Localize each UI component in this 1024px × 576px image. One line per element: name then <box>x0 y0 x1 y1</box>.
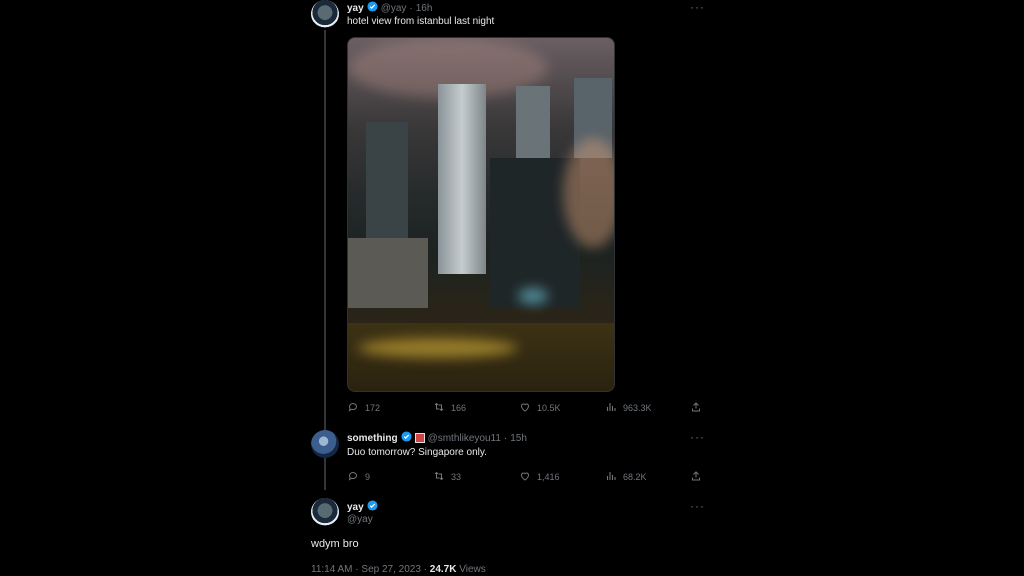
reply-count: 172 <box>365 403 381 413</box>
more-options-button[interactable]: ··· <box>690 430 705 444</box>
affiliate-badge-icon <box>414 433 425 443</box>
retweet-button[interactable]: 166 <box>433 401 466 415</box>
avatar[interactable] <box>311 430 339 458</box>
reply-count: 9 <box>365 472 371 482</box>
retweet-count: 166 <box>451 403 467 413</box>
heart-icon <box>519 470 531 484</box>
avatar[interactable] <box>311 498 339 526</box>
street <box>348 323 614 391</box>
reply-icon <box>347 470 359 484</box>
more-options-button[interactable]: ··· <box>690 499 705 513</box>
share-button[interactable] <box>690 401 702 415</box>
views-button[interactable]: 68.2K <box>605 470 647 484</box>
tweet-timestamp[interactable]: 11:14 AM · Sep 27, 2023 · <box>311 564 430 575</box>
like-button[interactable]: 1,416 <box>519 470 560 484</box>
verified-badge-icon <box>367 1 378 15</box>
reply-button[interactable]: 172 <box>347 401 380 415</box>
thread-line <box>324 30 326 490</box>
building-tower <box>438 84 486 274</box>
street-lights <box>358 338 518 358</box>
tweet-text: wdym bro <box>311 538 359 550</box>
views-icon <box>605 401 617 415</box>
author-handle[interactable]: @smthlikeyou11 <box>428 433 501 444</box>
views-count: 24.7K <box>429 564 457 575</box>
views-label: Views <box>456 564 486 575</box>
retweet-icon <box>433 401 445 415</box>
warm-reflection <box>563 138 614 248</box>
share-button[interactable] <box>690 470 702 484</box>
tweet-time[interactable]: 15h <box>510 433 527 444</box>
author-handle[interactable]: @yay <box>347 514 373 525</box>
retweet-count: 33 <box>451 472 462 482</box>
avatar[interactable] <box>311 0 339 28</box>
like-button[interactable]: 10.5K <box>519 401 561 415</box>
tweet-text: hotel view from istanbul last night <box>347 16 495 27</box>
separator: · <box>409 2 413 14</box>
building-low <box>348 238 428 308</box>
author-name[interactable]: yay <box>347 502 364 513</box>
like-count: 1,416 <box>537 472 560 482</box>
tweet-header: yay <box>347 500 378 514</box>
heart-icon <box>519 401 531 415</box>
author-handle[interactable]: @yay <box>381 3 407 14</box>
tweet-header: something @smthlikeyou11 · 15h <box>347 431 527 445</box>
tweet-photo[interactable] <box>347 37 615 392</box>
share-icon <box>690 470 702 484</box>
retweet-button[interactable]: 33 <box>433 470 461 484</box>
like-count: 10.5K <box>537 403 561 413</box>
reply-icon <box>347 401 359 415</box>
tweet-timestamp-row: 11:14 AM · Sep 27, 2023 · 24.7K Views <box>311 564 486 575</box>
verified-badge-icon <box>367 500 378 514</box>
verified-badge-icon <box>401 431 412 445</box>
tweet-time[interactable]: 16h <box>416 3 433 14</box>
more-options-button[interactable]: ··· <box>690 0 705 14</box>
reply-button[interactable]: 9 <box>347 470 370 484</box>
views-button[interactable]: 963.3K <box>605 401 652 415</box>
share-icon <box>690 401 702 415</box>
separator: · <box>503 432 508 444</box>
views-count: 963.3K <box>623 403 652 413</box>
cyan-light <box>518 288 548 304</box>
tweet-header: yay @yay · 16h <box>347 1 432 15</box>
views-icon <box>605 470 617 484</box>
retweet-icon <box>433 470 445 484</box>
author-name[interactable]: yay <box>347 3 364 14</box>
tweet-text: Duo tomorrow? Singapore only. <box>347 447 487 458</box>
author-name[interactable]: something <box>347 433 398 444</box>
views-count: 68.2K <box>623 472 647 482</box>
